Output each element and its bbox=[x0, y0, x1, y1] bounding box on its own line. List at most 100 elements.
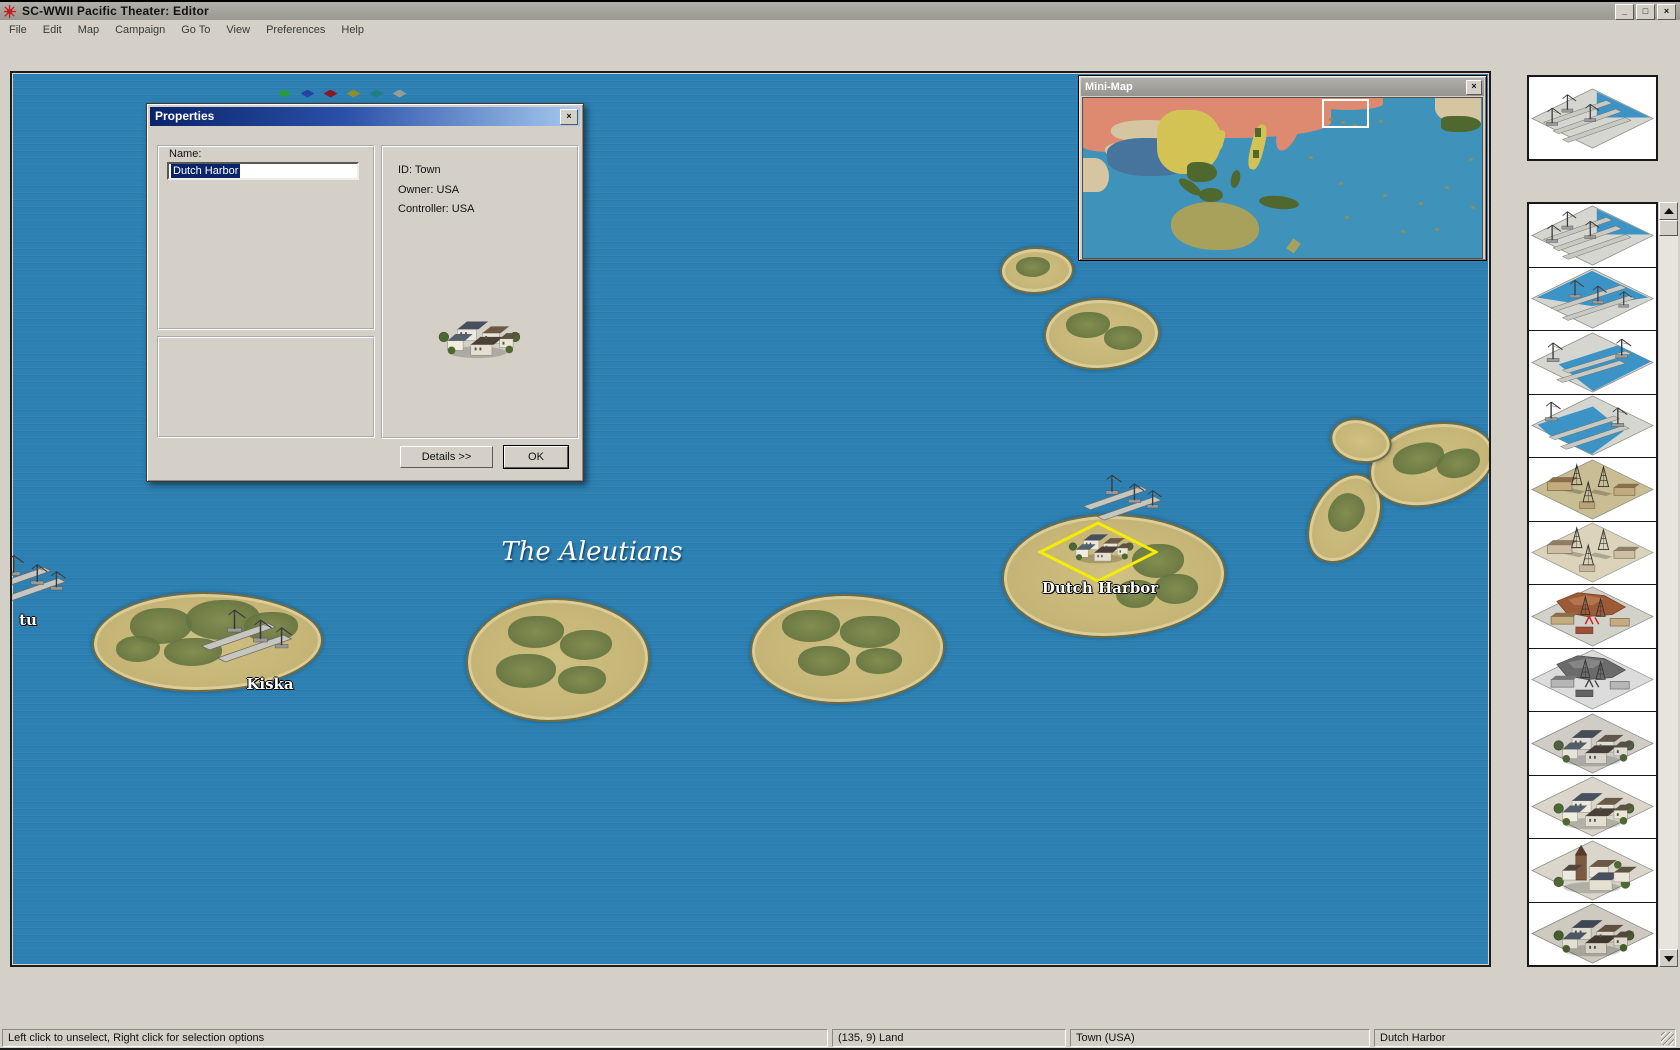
menu-bar: File Edit Map Campaign Go To View Prefer… bbox=[0, 20, 1680, 39]
dialog-title: Properties bbox=[155, 109, 214, 123]
minimap-islet bbox=[1309, 156, 1313, 159]
minimap-islet bbox=[1419, 202, 1423, 205]
minimap-japan-south bbox=[1253, 150, 1259, 158]
town-preview-image bbox=[415, 304, 541, 366]
menu-goto[interactable]: Go To bbox=[181, 24, 210, 36]
status-tile-type: Town (USA) bbox=[1070, 1029, 1370, 1047]
minimap-new-guinea bbox=[1258, 194, 1299, 211]
ok-button[interactable]: OK bbox=[504, 446, 568, 468]
hill bbox=[508, 616, 564, 648]
down-arrow-icon bbox=[1664, 956, 1674, 962]
menu-file[interactable]: File bbox=[9, 24, 27, 36]
name-input-selected-text: Dutch Harbor bbox=[171, 164, 240, 178]
title-bar[interactable]: SC-WWII Pacific Theater: Editor _ □ × bbox=[0, 2, 1680, 20]
window-title: SC-WWII Pacific Theater: Editor bbox=[22, 4, 209, 18]
palette-tile-town-small-a[interactable] bbox=[1529, 712, 1656, 776]
id-line: ID: Town bbox=[398, 164, 441, 176]
properties-dialog[interactable]: Properties × Name: Dutch Harbor ID: Town… bbox=[146, 103, 584, 482]
hill bbox=[840, 616, 900, 648]
palette-tile-town-large[interactable] bbox=[1529, 903, 1656, 966]
palette-scrollbar[interactable] bbox=[1659, 202, 1678, 967]
hill bbox=[496, 654, 556, 688]
status-hint: Left click to unselect, Right click for … bbox=[2, 1029, 828, 1047]
minimap-title: Mini-Map bbox=[1085, 81, 1133, 93]
minimap-japan-north bbox=[1255, 128, 1261, 137]
kiska-label: Kiska bbox=[228, 675, 312, 693]
up-arrow-icon bbox=[1664, 208, 1674, 214]
minimap-islet bbox=[1469, 158, 1473, 161]
dutch-harbor-cranes[interactable] bbox=[1080, 471, 1175, 526]
status-bar: Left click to unselect, Right click for … bbox=[0, 1029, 1680, 1048]
application-window: SC-WWII Pacific Theater: Editor _ □ × Fi… bbox=[0, 0, 1680, 1050]
palette-tile-town-church[interactable] bbox=[1529, 839, 1656, 903]
palette-tile-oil-derricks-light[interactable] bbox=[1529, 522, 1656, 586]
details-button[interactable]: Details >> bbox=[400, 446, 493, 468]
menu-view[interactable]: View bbox=[226, 24, 250, 36]
menu-edit[interactable]: Edit bbox=[43, 24, 62, 36]
scroll-up-button[interactable] bbox=[1659, 202, 1678, 220]
maximize-button[interactable]: □ bbox=[1636, 4, 1655, 20]
hill bbox=[1104, 326, 1142, 350]
hill bbox=[782, 610, 840, 642]
controller-line: Controller: USA bbox=[398, 203, 474, 215]
minimap-islet bbox=[1345, 216, 1349, 219]
kiska-harbor-cranes[interactable] bbox=[195, 606, 310, 668]
name-label: Name: bbox=[169, 148, 201, 160]
dutch-harbor-label: Dutch Harbor bbox=[1030, 579, 1170, 597]
scroll-down-button[interactable] bbox=[1659, 949, 1678, 967]
owner-line: Owner: USA bbox=[398, 184, 459, 196]
region-label: The Aleutians bbox=[480, 537, 704, 567]
minimap-islet bbox=[1401, 230, 1405, 233]
minimap-islet bbox=[1379, 120, 1383, 123]
minimap-islet bbox=[1471, 206, 1475, 209]
hill bbox=[1322, 487, 1371, 538]
hill bbox=[558, 666, 606, 694]
menu-map[interactable]: Map bbox=[78, 24, 99, 36]
palette-tile-harbor-selected[interactable] bbox=[1530, 88, 1655, 149]
minimap-window[interactable]: Mini-Map × bbox=[1078, 75, 1487, 261]
menu-help[interactable]: Help bbox=[341, 24, 364, 36]
status-coordinates: (135, 9) Land bbox=[832, 1029, 1066, 1047]
hill bbox=[798, 646, 850, 676]
resize-grip[interactable] bbox=[1661, 1032, 1674, 1045]
hill bbox=[856, 648, 902, 674]
name-input[interactable]: Dutch Harbor bbox=[167, 162, 359, 180]
minimap-close-button[interactable]: × bbox=[1466, 80, 1482, 95]
rising-sun-app-icon bbox=[3, 4, 18, 19]
minimap-australia bbox=[1171, 202, 1259, 250]
status-tile-name: Dutch Harbor bbox=[1374, 1029, 1676, 1047]
palette-tile-drydock-a[interactable] bbox=[1529, 331, 1656, 395]
minimize-button[interactable]: _ bbox=[1615, 4, 1634, 20]
minimap-new-zealand bbox=[1286, 239, 1300, 254]
palette-tile-oil-derricks-dark[interactable] bbox=[1529, 458, 1656, 522]
minimap-borneo bbox=[1199, 188, 1223, 202]
minimap-islet bbox=[1435, 228, 1439, 231]
empty-groupbox bbox=[157, 336, 375, 438]
tile-palette-list bbox=[1527, 202, 1658, 967]
minimap-viewport-rect[interactable] bbox=[1322, 99, 1369, 128]
dialog-close-button[interactable]: × bbox=[560, 109, 578, 125]
palette-tile-harbor-piers-a[interactable] bbox=[1529, 204, 1656, 268]
dialog-title-bar[interactable]: Properties bbox=[150, 107, 580, 126]
hill bbox=[116, 636, 160, 662]
attu-harbor-cranes[interactable] bbox=[10, 551, 80, 609]
close-button[interactable]: × bbox=[1657, 4, 1676, 20]
hill bbox=[1016, 257, 1050, 277]
selection-diamond[interactable] bbox=[1038, 521, 1158, 583]
minimap-islet bbox=[1383, 194, 1387, 197]
palette-tile-harbor-piers-b[interactable] bbox=[1529, 268, 1656, 332]
palette-tile-mine-red-rock[interactable] bbox=[1529, 585, 1656, 649]
selected-tile-preview[interactable] bbox=[1527, 75, 1658, 161]
scrollbar-thumb[interactable] bbox=[1659, 220, 1678, 236]
minimap-canvas[interactable] bbox=[1082, 97, 1483, 259]
palette-tile-drydock-b[interactable] bbox=[1529, 395, 1656, 459]
minimap-title-bar[interactable]: Mini-Map × bbox=[1081, 78, 1484, 96]
menu-preferences[interactable]: Preferences bbox=[266, 24, 325, 36]
palette-tile-town-small-b[interactable] bbox=[1529, 776, 1656, 840]
minimap-indochina bbox=[1187, 162, 1217, 182]
minimap-alaska-south bbox=[1441, 116, 1481, 132]
attu-label: tu bbox=[10, 611, 50, 629]
minimap-india bbox=[1083, 158, 1109, 192]
palette-tile-mine-gray-rock[interactable] bbox=[1529, 649, 1656, 713]
menu-campaign[interactable]: Campaign bbox=[115, 24, 165, 36]
